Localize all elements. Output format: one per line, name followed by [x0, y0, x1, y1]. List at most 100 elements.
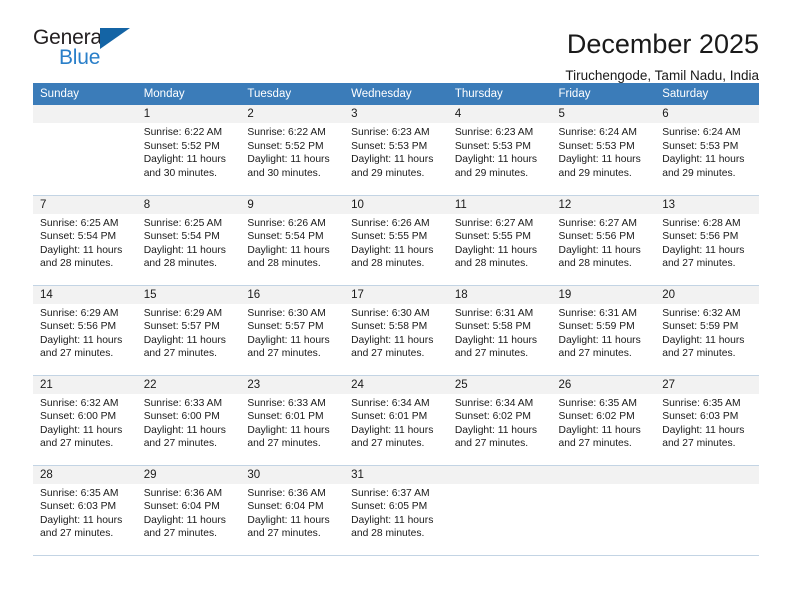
- daylight-text-line1: Daylight: 11 hours: [454, 244, 538, 256]
- calendar-day-cell[interactable]: 6 Sunrise: 6:24 AM Sunset: 5:53 PM Daylight…: [655, 105, 759, 196]
- calendar-day-cell[interactable]: 23 Sunrise: 6:33 AM Sunset: 6:01 PM Dayligh…: [240, 375, 345, 466]
- calendar-day-cell[interactable]: 29 Sunrise: 6:36 AM Sunset: 6:04 PM Dayligh…: [136, 465, 241, 556]
- daylight-text-line2: and 27 minutes.: [454, 348, 529, 360]
- daylight-text-line2: and 28 minutes.: [558, 258, 632, 270]
- day-number: 13: [655, 195, 759, 214]
- daylight-text-line2: and 28 minutes.: [247, 258, 321, 270]
- day-number: 27: [655, 375, 759, 394]
- sunrise-text: Sunrise: 6:34 AM: [351, 397, 430, 409]
- general-blue-logo[interactable]: General Blue: [33, 26, 153, 74]
- sunrise-text: Sunrise: 6:34 AM: [454, 397, 534, 409]
- calendar-day-cell[interactable]: 4 Sunrise: 6:23 AM Sunset: 5:53 PM Daylight…: [447, 105, 552, 196]
- calendar-day-cell[interactable]: 15 Sunrise: 6:29 AM Sunset: 5:57 PM Dayligh…: [136, 285, 241, 376]
- calendar-day-cell[interactable]: 21 Sunrise: 6:32 AM Sunset: 6:00 PM Dayligh…: [33, 375, 137, 466]
- calendar-day-cell[interactable]: 26 Sunrise: 6:35 AM Sunset: 6:02 PM Dayligh…: [551, 375, 656, 466]
- daylight-text-line2: and 27 minutes.: [40, 438, 114, 450]
- daylight-text-line1: Daylight: 11 hours: [558, 424, 641, 436]
- calendar-week-row: 21 Sunrise: 6:32 AM Sunset: 6:00 PM Dayligh…: [33, 375, 759, 466]
- calendar-day-cell[interactable]: 22 Sunrise: 6:33 AM Sunset: 6:00 PM Dayligh…: [136, 375, 241, 466]
- page-title: December 2025: [566, 29, 759, 59]
- day-details: Sunrise: 6:32 AM Sunset: 5:59 PM Daylight:…: [655, 304, 759, 361]
- day-number: 17: [344, 285, 448, 304]
- sunset-text: Sunset: 5:56 PM: [558, 231, 635, 243]
- sunset-text: Sunset: 5:59 PM: [662, 321, 739, 333]
- weekday-header-sunday: Sunday: [33, 83, 137, 105]
- sunset-text: Sunset: 6:01 PM: [247, 411, 324, 423]
- daylight-text-line1: Daylight: 11 hours: [454, 424, 538, 436]
- sunset-text: Sunset: 6:04 PM: [247, 501, 324, 513]
- calendar-day-cell[interactable]: 28 Sunrise: 6:35 AM Sunset: 6:03 PM Dayligh…: [33, 465, 137, 556]
- calendar-day-cell[interactable]: 11 Sunrise: 6:27 AM Sunset: 5:55 PM Dayligh…: [447, 195, 552, 286]
- page-subtitle: Tiruchengode, Tamil Nadu, India: [565, 68, 759, 83]
- day-number: 3: [344, 105, 448, 123]
- calendar-day-cell[interactable]: 5 Sunrise: 6:24 AM Sunset: 5:53 PM Daylight…: [551, 105, 656, 196]
- calendar-day-cell[interactable]: 3 Sunrise: 6:23 AM Sunset: 5:53 PM Daylight…: [344, 105, 448, 196]
- sunrise-text: Sunrise: 6:30 AM: [351, 307, 430, 319]
- sunrise-text: Sunrise: 6:26 AM: [351, 217, 430, 229]
- daylight-text-line1: Daylight: 11 hours: [40, 424, 123, 436]
- daylight-text-line2: and 28 minutes.: [143, 258, 217, 270]
- calendar-day-cell[interactable]: 10 Sunrise: 6:26 AM Sunset: 5:55 PM Dayligh…: [344, 195, 448, 286]
- daylight-text-line2: and 27 minutes.: [40, 348, 114, 360]
- day-number: 1: [136, 105, 241, 123]
- calendar-day-cell[interactable]: 9 Sunrise: 6:26 AM Sunset: 5:54 PM Daylight…: [240, 195, 345, 286]
- daylight-text-line1: Daylight: 11 hours: [662, 334, 745, 346]
- sunset-text: Sunset: 6:04 PM: [143, 501, 220, 513]
- calendar-day-cell[interactable]: 20 Sunrise: 6:32 AM Sunset: 5:59 PM Dayligh…: [655, 285, 759, 376]
- calendar-day-cell[interactable]: 1 Sunrise: 6:22 AM Sunset: 5:52 PM Daylight…: [136, 105, 241, 196]
- calendar-day-cell[interactable]: 13 Sunrise: 6:28 AM Sunset: 5:56 PM Dayligh…: [655, 195, 759, 286]
- calendar-day-cell[interactable]: 17 Sunrise: 6:30 AM Sunset: 5:58 PM Dayligh…: [344, 285, 448, 376]
- calendar-day-cell[interactable]: 7 Sunrise: 6:25 AM Sunset: 5:54 PM Daylight…: [33, 195, 137, 286]
- sunrise-text: Sunrise: 6:30 AM: [247, 307, 326, 319]
- day-number: [33, 105, 137, 123]
- sunset-text: Sunset: 6:03 PM: [40, 501, 117, 513]
- day-number: 29: [136, 465, 241, 484]
- day-number: 30: [240, 465, 345, 484]
- day-details: Sunrise: 6:34 AM Sunset: 6:01 PM Daylight:…: [344, 394, 448, 451]
- calendar-week-row: 14 Sunrise: 6:29 AM Sunset: 5:56 PM Dayligh…: [33, 285, 759, 376]
- calendar-header-row: Sunday Monday Tuesday Wednesday Thursday…: [33, 83, 759, 105]
- day-details: Sunrise: 6:23 AM Sunset: 5:53 PM Daylight:…: [344, 123, 448, 180]
- day-details: Sunrise: 6:29 AM Sunset: 5:57 PM Daylight:…: [137, 304, 241, 361]
- sunrise-text: Sunrise: 6:27 AM: [558, 217, 637, 229]
- calendar-day-cell[interactable]: 24 Sunrise: 6:34 AM Sunset: 6:01 PM Dayligh…: [344, 375, 448, 466]
- calendar-day-cell[interactable]: 19 Sunrise: 6:31 AM Sunset: 5:59 PM Dayligh…: [551, 285, 656, 376]
- sunrise-text: Sunrise: 6:25 AM: [40, 217, 119, 229]
- calendar-day-cell[interactable]: 30 Sunrise: 6:36 AM Sunset: 6:04 PM Dayligh…: [240, 465, 345, 556]
- daylight-text-line2: and 27 minutes.: [143, 438, 217, 450]
- calendar-day-cell[interactable]: 12 Sunrise: 6:27 AM Sunset: 5:56 PM Dayligh…: [551, 195, 656, 286]
- calendar-day-cell[interactable]: 25 Sunrise: 6:34 AM Sunset: 6:02 PM Dayligh…: [447, 375, 552, 466]
- daylight-text-line1: Daylight: 11 hours: [558, 244, 641, 256]
- day-number: 14: [33, 285, 137, 304]
- calendar-day-cell[interactable]: 31 Sunrise: 6:37 AM Sunset: 6:05 PM Dayligh…: [344, 465, 448, 556]
- daylight-text-line1: Daylight: 11 hours: [454, 334, 538, 346]
- day-number: 24: [344, 375, 448, 394]
- daylight-text-line2: and 27 minutes.: [351, 348, 425, 360]
- daylight-text-line2: and 28 minutes.: [351, 258, 425, 270]
- day-details: Sunrise: 6:27 AM Sunset: 5:55 PM Daylight:…: [448, 214, 552, 271]
- sunset-text: Sunset: 5:55 PM: [454, 231, 531, 243]
- sunset-text: Sunset: 5:59 PM: [558, 321, 635, 333]
- daylight-text-line2: and 27 minutes.: [40, 528, 114, 540]
- daylight-text-line1: Daylight: 11 hours: [247, 154, 330, 166]
- sunrise-text: Sunrise: 6:35 AM: [40, 487, 119, 499]
- calendar-day-cell[interactable]: 16 Sunrise: 6:30 AM Sunset: 5:57 PM Dayligh…: [240, 285, 345, 376]
- calendar-day-cell[interactable]: 2 Sunrise: 6:22 AM Sunset: 5:52 PM Daylight…: [240, 105, 345, 196]
- day-details: Sunrise: 6:30 AM Sunset: 5:58 PM Daylight:…: [344, 304, 448, 361]
- calendar-day-cell[interactable]: 14 Sunrise: 6:29 AM Sunset: 5:56 PM Dayligh…: [33, 285, 137, 376]
- day-number: 4: [447, 105, 552, 123]
- daylight-text-line1: Daylight: 11 hours: [662, 424, 745, 436]
- calendar-day-cell[interactable]: 18 Sunrise: 6:31 AM Sunset: 5:58 PM Dayligh…: [447, 285, 552, 376]
- sunrise-text: Sunrise: 6:32 AM: [40, 397, 119, 409]
- day-details: Sunrise: 6:35 AM Sunset: 6:02 PM Daylight:…: [552, 394, 656, 451]
- day-number: 23: [240, 375, 345, 394]
- calendar-day-cell[interactable]: 8 Sunrise: 6:25 AM Sunset: 5:54 PM Daylight…: [136, 195, 241, 286]
- day-details: Sunrise: 6:32 AM Sunset: 6:00 PM Daylight:…: [33, 394, 137, 451]
- calendar-day-cell[interactable]: 27 Sunrise: 6:35 AM Sunset: 6:03 PM Dayligh…: [655, 375, 759, 466]
- daylight-text-line1: Daylight: 11 hours: [40, 514, 123, 526]
- calendar-week-row: 7 Sunrise: 6:25 AM Sunset: 5:54 PM Daylight…: [33, 195, 759, 286]
- day-details: Sunrise: 6:31 AM Sunset: 5:58 PM Daylight:…: [448, 304, 552, 361]
- day-details: Sunrise: 6:29 AM Sunset: 5:56 PM Daylight:…: [33, 304, 137, 361]
- sunrise-text: Sunrise: 6:36 AM: [247, 487, 326, 499]
- day-number: 22: [136, 375, 241, 394]
